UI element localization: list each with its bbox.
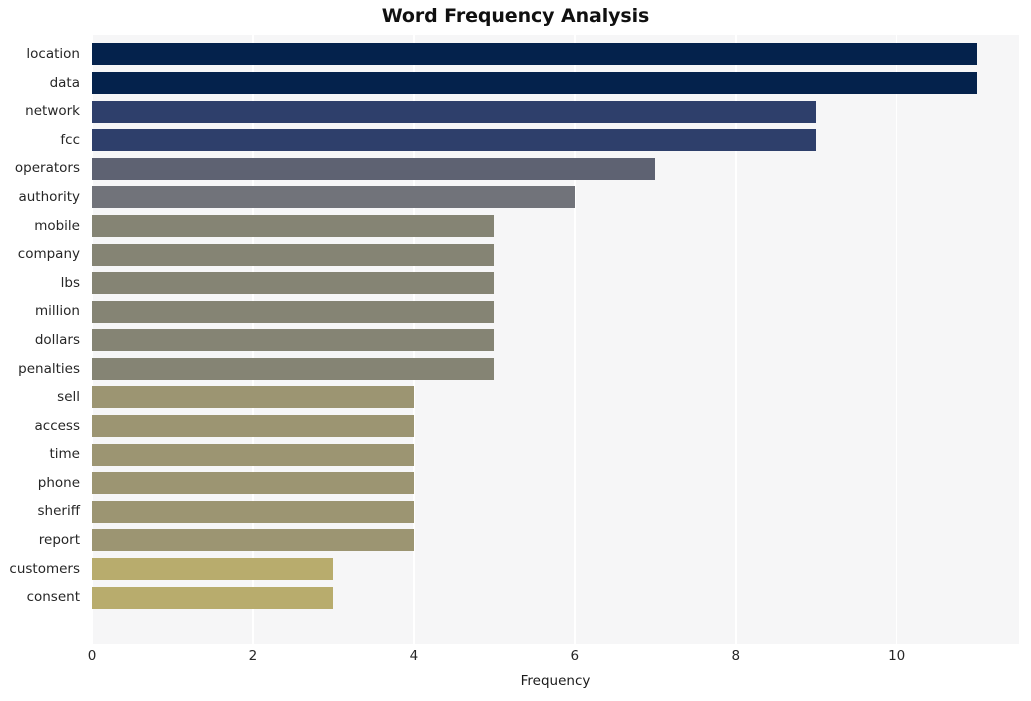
y-tick-label-penalties: penalties — [18, 360, 80, 377]
bar-operators[interactable] — [92, 157, 656, 180]
bars-layer — [92, 35, 1019, 644]
y-tick-label-dollars: dollars — [34, 331, 80, 348]
bar-data[interactable] — [92, 71, 978, 94]
y-tick-label-access: access — [34, 417, 81, 434]
x-tick-label-10: 10 — [888, 648, 906, 664]
y-tick-label-report: report — [38, 532, 80, 549]
bar-row — [92, 497, 1019, 526]
bar-authority[interactable] — [92, 186, 575, 209]
bar-row — [92, 212, 1019, 241]
bar-row — [92, 97, 1019, 126]
bar-row — [92, 412, 1019, 441]
y-tick-label-million: million — [35, 303, 80, 320]
x-tick-label-0: 0 — [87, 648, 97, 664]
plot-area — [91, 35, 1019, 644]
y-tick-label-operators: operators — [14, 160, 80, 177]
bar-row — [92, 183, 1019, 212]
word-frequency-chart: Word Frequency Analysis location data netw… — [0, 0, 1031, 701]
bar-row — [92, 269, 1019, 298]
bar-row — [92, 555, 1019, 584]
y-tick-label-company: company — [17, 246, 80, 263]
x-tick-label-6: 6 — [570, 648, 580, 664]
bar-sheriff[interactable] — [92, 500, 414, 523]
y-axis-tick-labels: location data network fcc operators authority… — [0, 35, 86, 644]
bar-fcc[interactable] — [92, 129, 817, 152]
bar-lbs[interactable] — [92, 272, 495, 295]
bar-access[interactable] — [92, 415, 414, 438]
x-tick-label-2: 2 — [248, 648, 258, 664]
bar-company[interactable] — [92, 243, 495, 266]
bar-million[interactable] — [92, 300, 495, 323]
bar-row — [92, 154, 1019, 183]
y-tick-label-sheriff: sheriff — [37, 503, 81, 520]
bar-network[interactable] — [92, 100, 817, 123]
bar-row — [92, 240, 1019, 269]
bar-customers[interactable] — [92, 558, 334, 581]
y-tick-label-network: network — [25, 103, 80, 120]
bar-row — [92, 469, 1019, 498]
bar-time[interactable] — [92, 443, 414, 466]
chart-title: Word Frequency Analysis — [381, 5, 650, 27]
bar-phone[interactable] — [92, 472, 414, 495]
y-tick-label-location: location — [26, 46, 80, 62]
bar-consent[interactable] — [92, 586, 334, 609]
x-axis-tick-labels: 0 2 4 6 8 10 — [0, 648, 1031, 670]
y-tick-label-lbs: lbs — [60, 274, 80, 291]
bar-row — [92, 583, 1019, 612]
bar-dollars[interactable] — [92, 329, 495, 352]
bar-row — [92, 526, 1019, 555]
y-tick-label-time: time — [49, 446, 80, 463]
bar-row — [92, 326, 1019, 355]
bar-row — [92, 297, 1019, 326]
y-tick-label-data: data — [49, 74, 80, 91]
bar-penalties[interactable] — [92, 357, 495, 380]
x-tick-label-8: 8 — [731, 648, 741, 664]
x-tick-label-4: 4 — [409, 648, 419, 664]
bar-location[interactable] — [92, 43, 978, 66]
bar-row — [92, 383, 1019, 412]
y-tick-label-customers: customers — [9, 560, 80, 577]
bar-mobile[interactable] — [92, 214, 495, 237]
y-tick-label-consent: consent — [26, 589, 80, 606]
bar-report[interactable] — [92, 529, 414, 552]
bar-row — [92, 40, 1019, 69]
bar-row — [92, 69, 1019, 98]
bar-row — [92, 440, 1019, 469]
x-axis-label: Frequency — [520, 673, 591, 689]
y-tick-label-mobile: mobile — [34, 217, 80, 234]
bar-row — [92, 355, 1019, 384]
y-tick-label-phone: phone — [37, 474, 80, 491]
bar-row — [92, 126, 1019, 155]
y-tick-label-sell: sell — [57, 389, 80, 406]
y-tick-label-fcc: fcc — [60, 131, 80, 148]
y-tick-label-authority: authority — [18, 188, 80, 205]
bar-sell[interactable] — [92, 386, 414, 409]
